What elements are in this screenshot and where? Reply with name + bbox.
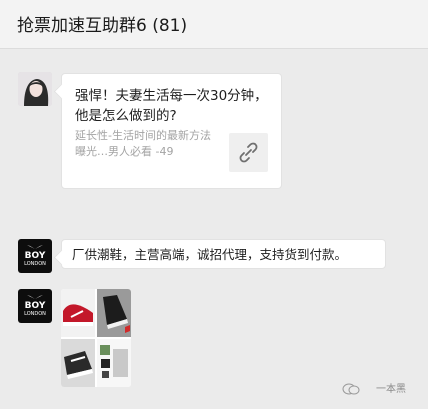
link-description: 延长性-生活时间的最新方法曝光…男人必看 -49 <box>75 129 211 158</box>
sender-avatar[interactable]: BOY LONDON <box>18 239 52 273</box>
watermark-text: 一本黑 <box>376 384 406 395</box>
chat-header: 抢票加速互助群6 (81) <box>0 0 428 49</box>
image-message[interactable] <box>61 289 131 387</box>
sender-avatar[interactable]: BOY LONDON <box>18 289 52 323</box>
qr-code-image <box>97 339 131 387</box>
text-message[interactable]: 厂供潮鞋，主营高端，诚招代理，支持货到付款。 <box>61 239 386 269</box>
red-sneaker-photo <box>61 289 95 337</box>
avatar-photo <box>18 72 52 106</box>
wechat-watermark-icon <box>342 383 360 395</box>
wings-logo-icon <box>25 243 45 249</box>
avatar-brand-subtext: LONDON <box>24 311 46 317</box>
chat-title: 抢票加速互助群6 (81) <box>17 16 188 36</box>
sender-avatar[interactable] <box>18 72 52 106</box>
link-icon <box>239 142 258 163</box>
link-message[interactable]: 强悍！夫妻生活每一次30分钟，他是怎么做到的? 延长性-生活时间的最新方法曝光…… <box>61 73 282 189</box>
wings-logo-icon <box>25 293 45 299</box>
link-title: 强悍！夫妻生活每一次30分钟，他是怎么做到的? <box>75 88 268 124</box>
white-sneaker-photo <box>61 339 95 387</box>
link-thumbnail <box>229 133 268 172</box>
avatar-brand-subtext: LONDON <box>24 261 46 267</box>
black-sneaker-photo <box>97 289 131 337</box>
